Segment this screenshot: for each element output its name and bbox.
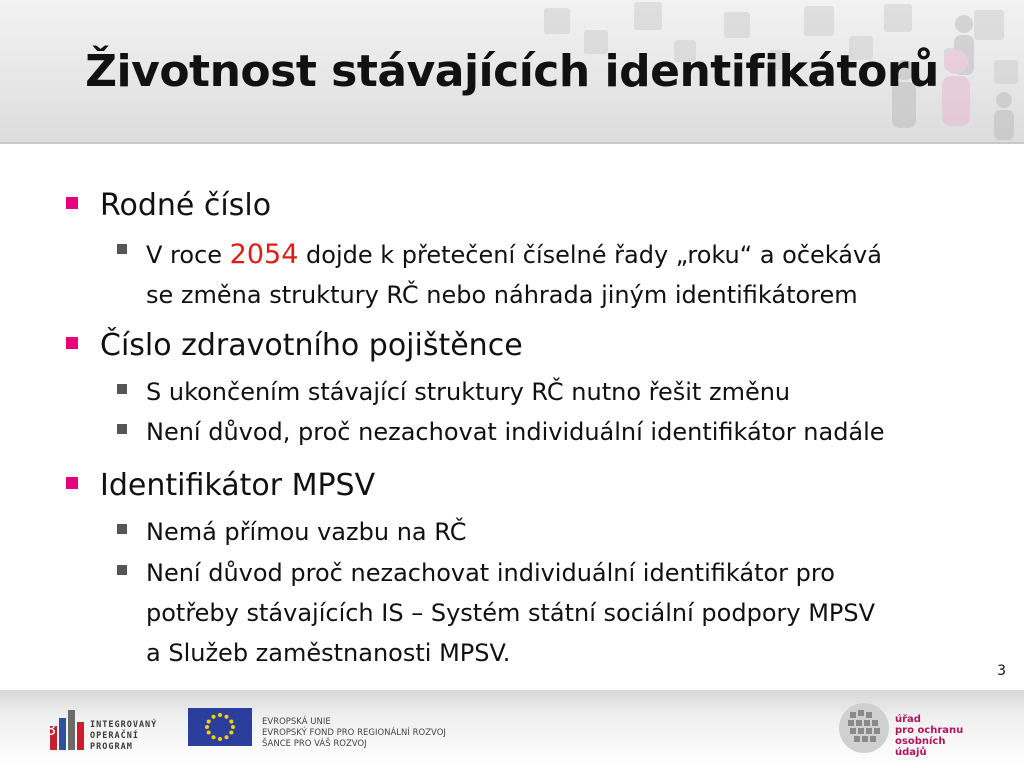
uoou-logo-icon [839, 703, 889, 753]
sub-bullet-text: V roce [146, 241, 230, 269]
sub-bullet-marker [117, 244, 127, 254]
iop-logo-text: INTEGROVANÝ OPERAČNÍ PROGRAM [90, 720, 157, 753]
sub-bullet-marker [117, 524, 127, 534]
sub-bullet-item: Nemá přímou vazbu na RČ [146, 518, 467, 546]
uoou-line: osobních [895, 736, 946, 747]
slide-footer: 3 INTEGROVANÝ OPERAČNÍ PROGRAM EVROPSKÁ … [0, 690, 1024, 768]
sub-bullet-continuation: potřeby stávajících IS – Systém státní s… [146, 599, 876, 627]
bullet-marker [66, 477, 78, 489]
sub-bullet-continuation: se změna struktury RČ nebo náhrada jiným… [146, 281, 858, 309]
eu-line: ŠANCE PRO VÁŠ ROZVOJ [262, 739, 367, 749]
sub-bullet-item: V roce 2054 dojde k přetečení číselné řa… [146, 236, 882, 274]
page-number: 3 [997, 663, 1006, 679]
sub-bullet-item: S ukončením stávající struktury RČ nutno… [146, 378, 791, 406]
iop-line: INTEGROVANÝ [90, 720, 158, 730]
uoou-line: údajů [895, 747, 927, 758]
sub-bullet-text: dojde k přetečení číselné řady „roku“ a … [298, 241, 882, 269]
eu-line: EVROPSKÝ FOND PRO REGIONÁLNÍ ROZVOJ [262, 728, 446, 738]
sub-bullet-marker [117, 565, 127, 575]
slide-header: Životnost stávajících identifikátorů [0, 0, 1024, 142]
sub-bullet-marker [117, 424, 127, 434]
uoou-line: pro ochranu [895, 725, 964, 736]
uoou-line: úřad [895, 714, 921, 725]
eu-fund-text: EVROPSKÁ UNIE EVROPSKÝ FOND PRO REGIONÁL… [262, 717, 446, 750]
iop-line: PROGRAM [90, 742, 133, 752]
bullet-marker [66, 197, 78, 209]
sub-bullet-continuation: a Služeb zaměstnanosti MPSV. [146, 639, 511, 667]
sub-bullet-item: Není důvod, proč nezachovat individuální… [146, 418, 885, 446]
iop-line: OPERAČNÍ [90, 731, 139, 741]
sub-bullet-marker [117, 384, 127, 394]
bullet-marker [66, 337, 78, 349]
bullet-item-cislo-pojistence: Číslo zdravotního pojištěnce [100, 328, 523, 363]
bullet-item-rodne-cislo: Rodné číslo [100, 188, 272, 223]
slide-title: Životnost stávajících identifikátorů [85, 46, 939, 97]
eu-line: EVROPSKÁ UNIE [262, 717, 331, 727]
eu-flag-icon [188, 708, 252, 746]
uoou-logo-text: úřad pro ochranu osobních údajů [895, 714, 963, 758]
footer-slide-number: 3 [46, 720, 57, 739]
bullet-item-identifikator-mpsv: Identifikátor MPSV [100, 468, 376, 503]
year-highlight: 2054 [229, 239, 299, 270]
header-divider [0, 142, 1024, 144]
sub-bullet-item: Není důvod proč nezachovat individuální … [146, 559, 835, 587]
